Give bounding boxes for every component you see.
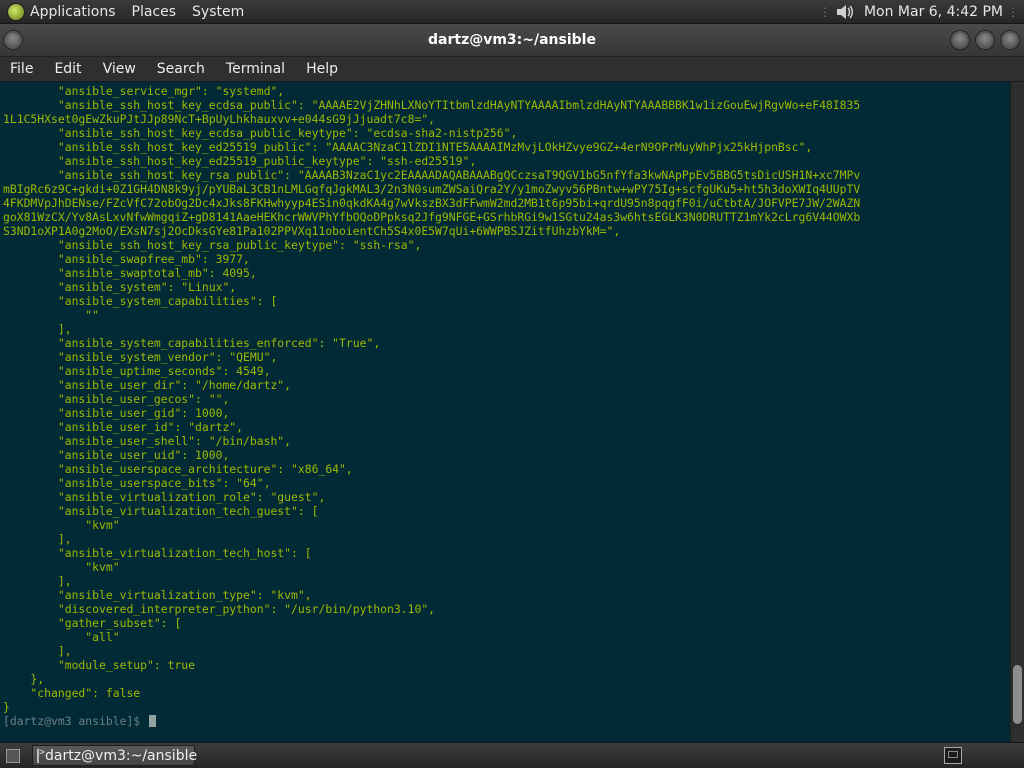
- terminal-line: "ansible_swapfree_mb": 3977,: [3, 252, 250, 266]
- terminal-line: ],: [3, 322, 72, 336]
- terminal-line: "all": [3, 630, 120, 644]
- terminal-line: "discovered_interpreter_python": "/usr/b…: [3, 602, 436, 616]
- panel-grip-icon: ⋮: [818, 4, 831, 19]
- terminal-line: S3ND1oXP1A0g2MoO/EXsN7sj2OcDksGYe81Pa102…: [3, 224, 621, 238]
- system-menu[interactable]: System: [192, 4, 244, 20]
- panel-grip-icon-right: ⋮: [1007, 4, 1019, 19]
- terminal-line: "ansible_userspace_architecture": "x86_6…: [3, 462, 353, 476]
- vertical-scrollbar[interactable]: [1010, 82, 1024, 742]
- minimize-button[interactable]: [951, 31, 969, 49]
- terminal-menubar: File Edit View Search Terminal Help: [0, 57, 1024, 82]
- terminal-line: "ansible_ssh_host_key_rsa_public_keytype…: [3, 238, 422, 252]
- terminal-line: mBIgRc6z9C+gkdi+0Z1GH4DN8k9yj/pYUBaL3CB1…: [3, 182, 861, 196]
- terminal-line: "ansible_system": "Linux",: [3, 280, 237, 294]
- terminal-line: "changed": false: [3, 686, 141, 700]
- terminal-line: "ansible_user_gecos": "",: [3, 392, 230, 406]
- top-panel: Applications Places System ⋮ Mon Mar 6, …: [0, 0, 1024, 24]
- terminal-line: 4FKDMVpJhDENse/FZcVfC72obOg2Dc4xJks8FKHw…: [3, 196, 861, 210]
- applications-menu[interactable]: Applications: [30, 4, 116, 20]
- terminal-line: "ansible_user_gid": 1000,: [3, 406, 230, 420]
- gnome-foot-icon[interactable]: [8, 3, 24, 20]
- menu-search[interactable]: Search: [157, 61, 205, 77]
- menu-terminal[interactable]: Terminal: [226, 61, 285, 77]
- terminal-line: "": [3, 308, 100, 322]
- terminal-line: ],: [3, 532, 72, 546]
- terminal-line: 1L1C5HXset0gEwZkuPJtJJp89NcT+BpUyLhkhaux…: [3, 112, 436, 126]
- text-cursor: [149, 715, 157, 727]
- taskbar-window-button[interactable]: dartz@vm3:~/ansible: [32, 745, 198, 766]
- terminal-line: "ansible_virtualization_type": "kvm",: [3, 588, 312, 602]
- terminal-line: "ansible_system_capabilities_enforced": …: [3, 336, 381, 350]
- terminal-output[interactable]: "ansible_service_mgr": "systemd", "ansib…: [0, 82, 1010, 742]
- terminal-line: "ansible_ssh_host_key_ecdsa_public": "AA…: [3, 98, 861, 112]
- terminal-line: },: [3, 672, 45, 686]
- terminal-line: "module_setup": true: [3, 658, 196, 672]
- terminal-line: "ansible_virtualization_tech_guest": [: [3, 504, 319, 518]
- bottom-panel: dartz@vm3:~/ansible: [0, 742, 1024, 768]
- terminal-line: goX81WzCX/Yv8AsLxvNfwWmgqiZ+gD8141AaeHEK…: [3, 210, 861, 224]
- terminal-line: "ansible_system_vendor": "QEMU",: [3, 350, 278, 364]
- window-titlebar[interactable]: dartz@vm3:~/ansible: [0, 24, 1024, 57]
- terminal-line: "ansible_virtualization_role": "guest",: [3, 490, 326, 504]
- menu-file[interactable]: File: [10, 61, 33, 77]
- terminal-line: "ansible_service_mgr": "systemd",: [3, 84, 285, 98]
- shell-prompt: [dartz@vm3 ansible]$: [3, 714, 148, 728]
- terminal-line: "ansible_swaptotal_mb": 4095,: [3, 266, 257, 280]
- terminal-line: "ansible_virtualization_tech_host": [: [3, 546, 312, 560]
- speaker-icon[interactable]: [836, 4, 854, 20]
- terminal-line: ],: [3, 644, 72, 658]
- terminal-line: }: [3, 700, 10, 714]
- menu-view[interactable]: View: [103, 61, 136, 77]
- terminal-line: "ansible_user_dir": "/home/dartz",: [3, 378, 292, 392]
- clock[interactable]: Mon Mar 6, 4:42 PM: [864, 4, 1003, 20]
- terminal-line: "ansible_user_id": "dartz",: [3, 420, 244, 434]
- terminal-line: "ansible_user_uid": 1000,: [3, 448, 230, 462]
- maximize-button[interactable]: [976, 31, 994, 49]
- terminal-line: "gather_subset": [: [3, 616, 182, 630]
- show-desktop-icon[interactable]: [6, 748, 20, 763]
- menu-help[interactable]: Help: [306, 61, 338, 77]
- menu-edit[interactable]: Edit: [54, 61, 81, 77]
- window-title: dartz@vm3:~/ansible: [428, 32, 596, 48]
- terminal-line: "ansible_user_shell": "/bin/bash",: [3, 434, 292, 448]
- places-menu[interactable]: Places: [132, 4, 177, 20]
- terminal-line: "kvm": [3, 518, 120, 532]
- terminal-line: "ansible_ssh_host_key_ed25519_public": "…: [3, 140, 813, 154]
- terminal-line: "ansible_system_capabilities": [: [3, 294, 278, 308]
- window-menu-button[interactable]: [4, 31, 22, 49]
- terminal-line: "ansible_userspace_bits": "64",: [3, 476, 271, 490]
- terminal-line: "kvm": [3, 560, 120, 574]
- terminal-line: "ansible_ssh_host_key_ed25519_public_key…: [3, 154, 477, 168]
- terminal-icon: [37, 747, 45, 763]
- close-button[interactable]: [1001, 31, 1019, 49]
- terminal-line: "ansible_ssh_host_key_rsa_public": "AAAA…: [3, 168, 861, 182]
- taskbar-window-label: dartz@vm3:~/ansible: [45, 747, 198, 764]
- shell-prompt-line: [dartz@vm3 ansible]$: [0, 714, 1010, 728]
- terminal-line: "ansible_ssh_host_key_ecdsa_public_keyty…: [3, 126, 518, 140]
- terminal-line: ],: [3, 574, 72, 588]
- workspace-switcher-icon[interactable]: [944, 747, 962, 764]
- scrollbar-thumb[interactable]: [1013, 665, 1022, 724]
- terminal-line: "ansible_uptime_seconds": 4549,: [3, 364, 271, 378]
